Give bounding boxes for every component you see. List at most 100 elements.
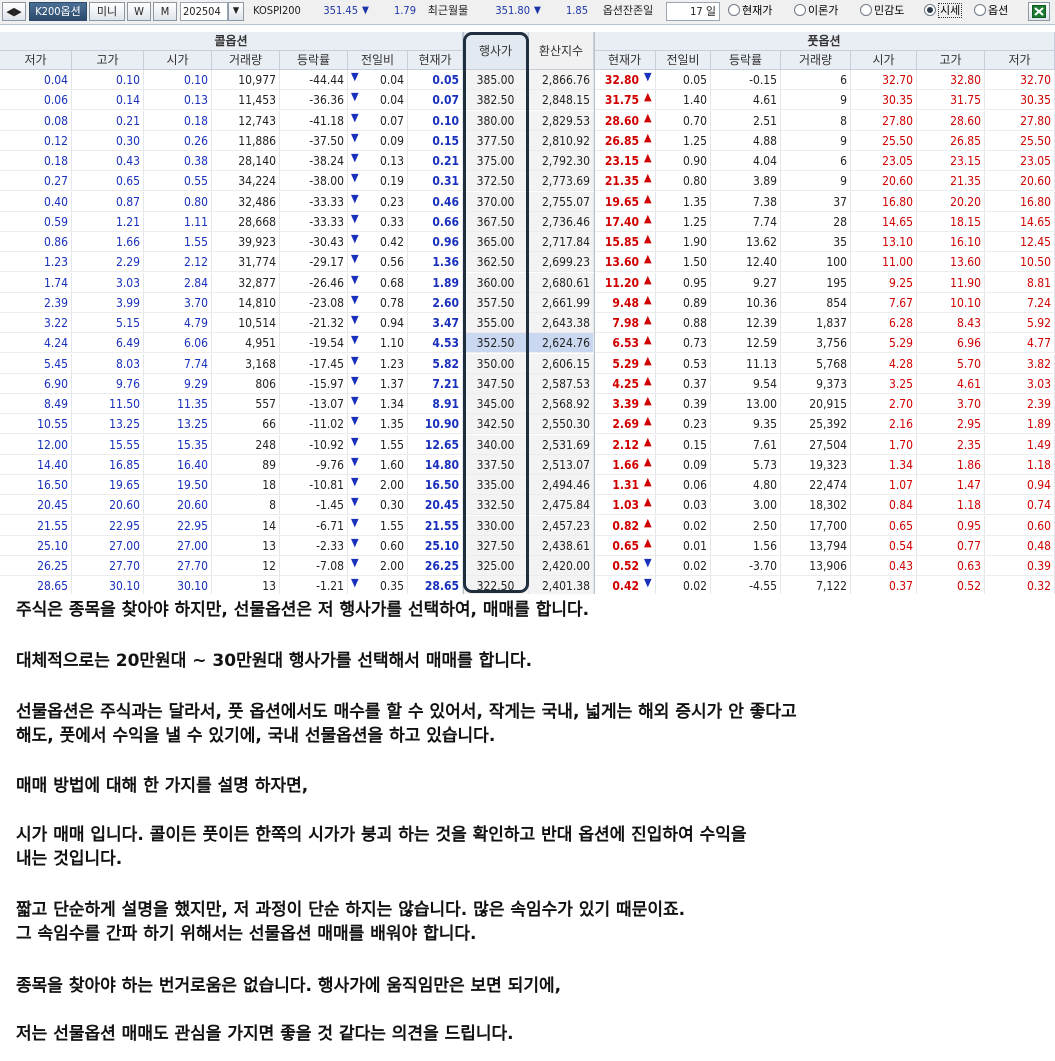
call-low: 21.55 (0, 515, 72, 536)
put-volume: 27,504 (781, 434, 851, 455)
call-change-rate: -1.45 (280, 495, 348, 516)
radio-option[interactable]: 옵션 (974, 2, 1022, 21)
call-current-price[interactable]: 0.21 (408, 151, 463, 171)
put-change-rate: -4.55 (711, 576, 781, 594)
mini-button[interactable]: 미니 (89, 2, 125, 21)
call-current-price[interactable]: 0.96 (408, 232, 463, 252)
call-current-price[interactable]: 2.60 (408, 292, 463, 313)
call-high: 8.03 (72, 353, 144, 374)
call-change-rate: -10.81 (280, 475, 348, 495)
conversion-index: 2,848.15 (529, 90, 594, 111)
radio-current-price[interactable]: 현재가 (728, 2, 790, 21)
call-current-price-header[interactable]: 현재가 (408, 51, 463, 70)
call-current-price[interactable]: 21.55 (408, 515, 463, 536)
call-open-header[interactable]: 시가 (144, 51, 212, 70)
call-current-price[interactable]: 0.66 (408, 211, 463, 232)
down-arrow-icon: ▼ (351, 90, 359, 104)
call-open: 0.26 (144, 130, 212, 151)
put-high: 0.52 (917, 576, 985, 594)
up-arrow-icon: ▲ (644, 151, 652, 164)
put-change-rate-header[interactable]: 등락률 (711, 51, 781, 70)
call-current-price[interactable]: 0.07 (408, 90, 463, 111)
put-change-rate: 7.74 (711, 211, 781, 232)
call-current-price[interactable]: 1.89 (408, 272, 463, 293)
call-low: 0.12 (0, 130, 72, 151)
put-current-price-header[interactable]: 현재가 (594, 51, 656, 70)
days-unit: 일 (705, 5, 716, 18)
call-current-price[interactable]: 28.65 (408, 576, 463, 594)
call-high-header[interactable]: 고가 (72, 51, 144, 70)
call-current-price[interactable]: 8.91 (408, 394, 463, 414)
call-current-price[interactable]: 4.53 (408, 333, 463, 354)
call-volume: 3,168 (212, 353, 280, 374)
radio-sensitivity[interactable]: 민감도 (860, 2, 922, 21)
call-current-price[interactable]: 0.31 (408, 171, 463, 192)
call-low-header[interactable]: 저가 (0, 51, 72, 70)
put-low: 3.03 (985, 373, 1055, 394)
call-change-rate-header[interactable]: 등락률 (280, 51, 348, 70)
call-volume: 18 (212, 475, 280, 495)
monthly-button[interactable]: M (153, 2, 177, 21)
put-high-header[interactable]: 고가 (917, 51, 985, 70)
call-current-price[interactable]: 1.36 (408, 252, 463, 273)
put-volume: 9 (781, 171, 851, 192)
radio-quote[interactable]: 시세 (924, 2, 972, 21)
excel-export-button[interactable] (1028, 2, 1050, 21)
call-current-price[interactable]: 10.90 (408, 414, 463, 435)
expiry-dropdown-icon[interactable]: ▼ (228, 2, 244, 21)
put-low-header[interactable]: 저가 (985, 51, 1055, 70)
call-low: 0.86 (0, 232, 72, 252)
call-current-price[interactable]: 16.50 (408, 475, 463, 495)
call-high: 22.95 (72, 515, 144, 536)
paragraph-line: 짧고 단순하게 설명을 했지만, 저 과정이 단순 하지는 않습니다. 많은 속… (16, 900, 686, 920)
radio-theory-price[interactable]: 이론가 (794, 2, 856, 21)
call-current-price[interactable]: 5.82 (408, 353, 463, 374)
call-current-price[interactable]: 25.10 (408, 535, 463, 556)
conversion-index: 2,624.76 (529, 333, 594, 354)
expiry-select[interactable]: 202504 (180, 2, 228, 21)
put-open-header[interactable]: 시가 (851, 51, 917, 70)
toolbar: ◀▶ K200옵션 미니 W M 202504 ▼ KOSPI200 351.4… (0, 0, 1055, 25)
call-high: 1.21 (72, 211, 144, 232)
call-current-price[interactable]: 14.80 (408, 454, 463, 475)
call-prev-diff-header[interactable]: 전일비 (348, 51, 408, 70)
down-arrow-icon: ▼ (351, 475, 359, 488)
call-current-price[interactable]: 0.05 (408, 70, 463, 90)
put-high: 0.95 (917, 515, 985, 536)
put-volume: 25,392 (781, 414, 851, 435)
put-high: 0.77 (917, 535, 985, 556)
call-current-price[interactable]: 0.10 (408, 110, 463, 131)
call-current-price[interactable]: 12.65 (408, 434, 463, 455)
call-low: 2.39 (0, 292, 72, 313)
paragraph-7: 종목을 찾아야 하는 번거로움은 없습니다. 행사가에 움직임만은 보면 되기에… (16, 974, 1046, 998)
call-current-price[interactable]: 0.46 (408, 191, 463, 212)
call-current-price[interactable]: 20.45 (408, 495, 463, 516)
call-open: 6.06 (144, 333, 212, 354)
up-arrow-icon: ▲ (644, 90, 652, 104)
call-current-price[interactable]: 7.21 (408, 373, 463, 394)
call-change-rate: -29.17 (280, 252, 348, 273)
put-volume: 18,302 (781, 495, 851, 516)
call-volume: 89 (212, 454, 280, 475)
nav-arrows-button[interactable]: ◀▶ (2, 2, 26, 21)
put-prev-diff-header[interactable]: 전일비 (656, 51, 711, 70)
call-volume-header[interactable]: 거래량 (212, 51, 280, 70)
call-open: 11.35 (144, 394, 212, 414)
call-current-price[interactable]: 0.15 (408, 130, 463, 151)
days-label: 옵션잔존일 (602, 4, 654, 17)
product-k200-option-button[interactable]: K200옵션 (29, 2, 87, 21)
put-change-rate: 4.80 (711, 475, 781, 495)
call-change-rate: -30.43 (280, 232, 348, 252)
call-high: 0.21 (72, 110, 144, 131)
put-low: 14.65 (985, 211, 1055, 232)
conversion-index: 2,438.61 (529, 535, 594, 556)
put-open: 16.80 (851, 191, 917, 212)
call-open: 0.10 (144, 70, 212, 90)
paragraph-line: 종목을 찾아야 하는 번거로움은 없습니다. 행사가에 움직임만은 보면 되기에… (16, 976, 562, 996)
call-current-price[interactable]: 26.25 (408, 556, 463, 576)
weekly-button[interactable]: W (127, 2, 151, 21)
put-low: 0.60 (985, 515, 1055, 536)
call-current-price[interactable]: 3.47 (408, 313, 463, 333)
conversion-index: 2,773.69 (529, 171, 594, 192)
put-volume-header[interactable]: 거래량 (781, 51, 851, 70)
